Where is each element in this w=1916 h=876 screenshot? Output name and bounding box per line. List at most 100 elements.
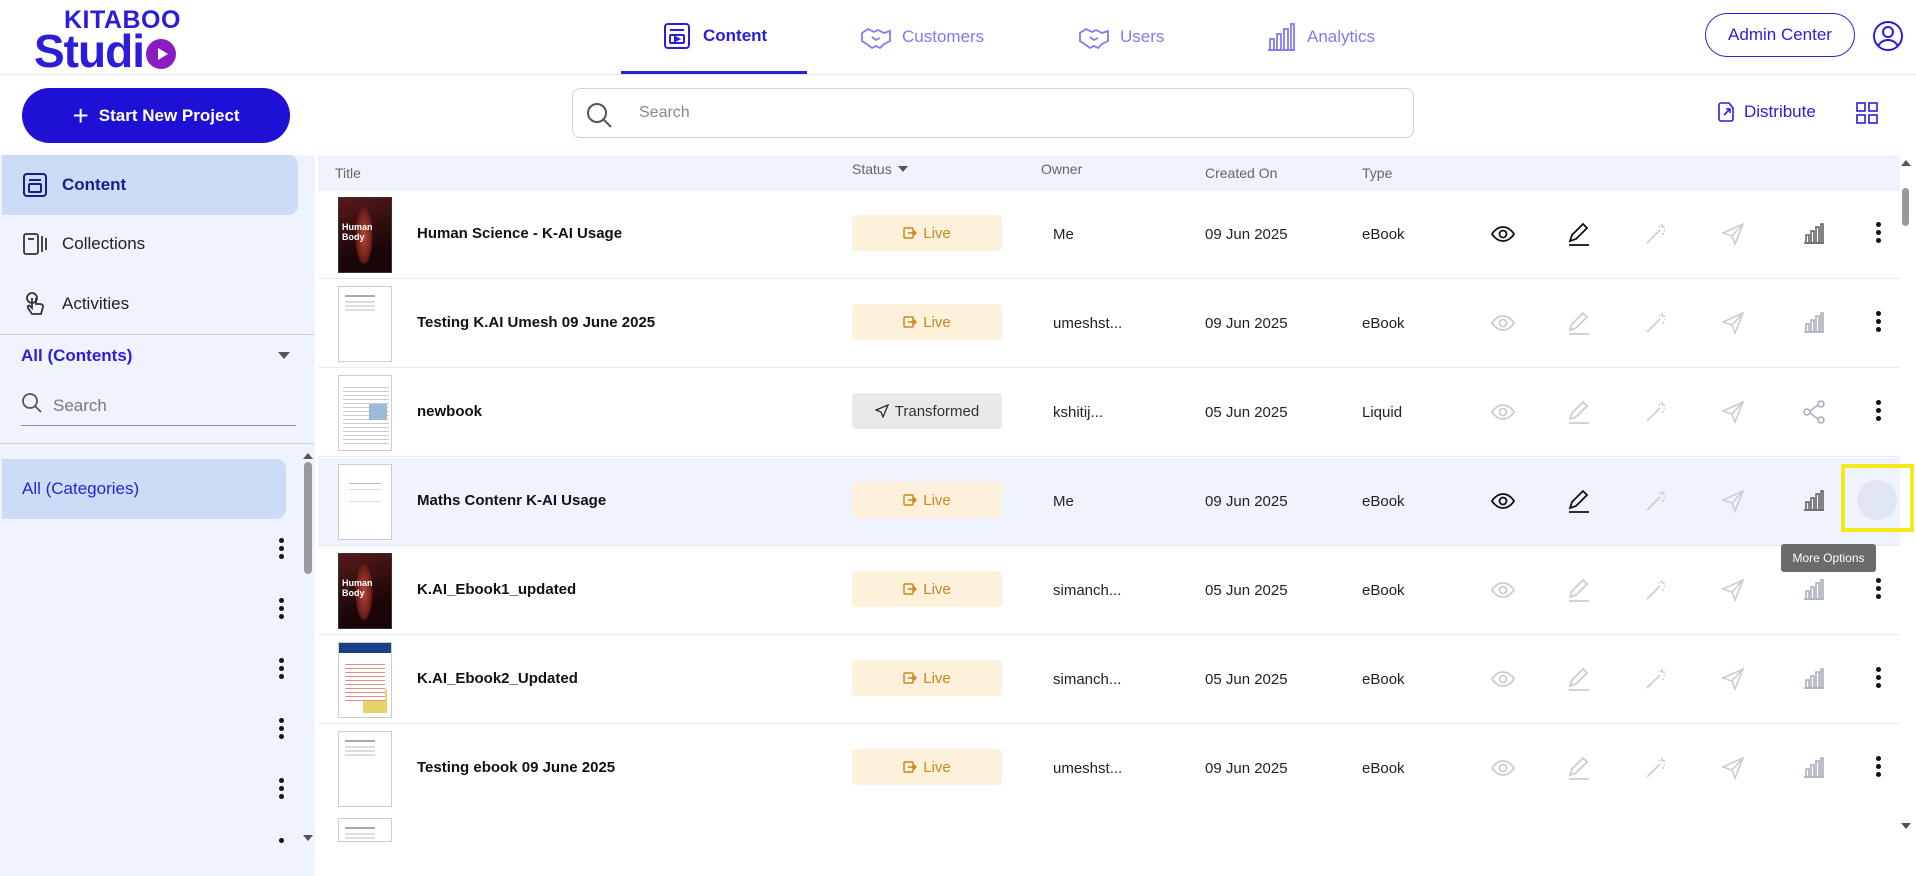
- edit-pencil-icon[interactable]: [1566, 755, 1592, 781]
- category-more-options-icon[interactable]: [276, 838, 286, 844]
- more-options-icon[interactable]: [1873, 311, 1883, 337]
- book-thumbnail[interactable]: [338, 197, 392, 273]
- category-more-options-icon[interactable]: [276, 538, 286, 564]
- magic-wand-icon[interactable]: [1643, 577, 1669, 603]
- table-row[interactable]: K.AI_Ebook1_updated Live simanch... 05 J…: [318, 547, 1900, 635]
- category-more-options-icon[interactable]: [276, 658, 286, 684]
- row-title[interactable]: K.AI_Ebook1_updated: [417, 581, 576, 598]
- column-status[interactable]: Status: [852, 161, 908, 177]
- publish-send-icon[interactable]: [1720, 221, 1746, 247]
- grid-view-icon[interactable]: [1856, 102, 1878, 124]
- magic-wand-icon[interactable]: [1643, 755, 1669, 781]
- analytics-icon[interactable]: [1801, 221, 1827, 247]
- sidebar-scrollbar[interactable]: [304, 462, 312, 574]
- share-icon[interactable]: [1801, 399, 1827, 425]
- magic-wand-icon[interactable]: [1643, 310, 1669, 336]
- row-owner: simanch...: [1053, 582, 1122, 599]
- analytics-icon[interactable]: [1801, 577, 1827, 603]
- table-scroll-down[interactable]: [1901, 823, 1911, 829]
- start-new-project-button[interactable]: + Start New Project: [22, 88, 290, 143]
- row-title[interactable]: Testing K.AI Umesh 09 June 2025: [417, 314, 655, 331]
- magic-wand-icon[interactable]: [1643, 221, 1669, 247]
- content-search-input[interactable]: [639, 89, 1399, 137]
- table-row[interactable]: Testing K.AI Umesh 09 June 2025 Live ume…: [318, 280, 1900, 368]
- analytics-icon[interactable]: [1801, 488, 1827, 514]
- caret-down-icon[interactable]: [278, 352, 290, 359]
- analytics-icon[interactable]: [1801, 310, 1827, 336]
- user-profile-icon[interactable]: [1872, 20, 1904, 52]
- content-filter-dropdown[interactable]: All (Contents): [21, 346, 132, 366]
- preview-eye-icon[interactable]: [1490, 488, 1516, 514]
- table-row[interactable]: Maths Contenr K-AI Usage Live Me 09 Jun …: [318, 458, 1900, 546]
- preview-eye-icon[interactable]: [1490, 755, 1516, 781]
- edit-pencil-icon[interactable]: [1566, 488, 1592, 514]
- publish-send-icon[interactable]: [1720, 310, 1746, 336]
- admin-center-button[interactable]: Admin Center: [1705, 13, 1855, 57]
- publish-send-icon[interactable]: [1720, 488, 1746, 514]
- table-row[interactable]: K.AI_Ebook2_Updated Live simanch... 05 J…: [318, 636, 1900, 724]
- magic-wand-icon[interactable]: [1643, 488, 1669, 514]
- nav-tab-customers[interactable]: Customers: [820, 0, 1024, 74]
- column-title: Title: [335, 165, 361, 181]
- more-options-icon[interactable]: [1873, 578, 1883, 604]
- nav-tab-content[interactable]: Content: [621, 0, 808, 74]
- edit-pencil-icon[interactable]: [1566, 221, 1592, 247]
- preview-eye-icon[interactable]: [1490, 577, 1516, 603]
- book-thumbnail[interactable]: [338, 286, 392, 362]
- sidebar-search-input[interactable]: [53, 388, 293, 424]
- preview-eye-icon[interactable]: [1490, 310, 1516, 336]
- send-icon: [874, 404, 889, 418]
- nav-tab-analytics[interactable]: Analytics: [1225, 0, 1415, 74]
- sidebar-scroll-down[interactable]: [303, 835, 313, 841]
- edit-pencil-icon[interactable]: [1566, 310, 1592, 336]
- row-title[interactable]: newbook: [417, 403, 482, 420]
- status-badge: Live: [852, 749, 1002, 785]
- magic-wand-icon[interactable]: [1643, 666, 1669, 692]
- book-thumbnail[interactable]: [338, 731, 392, 807]
- publish-send-icon[interactable]: [1720, 755, 1746, 781]
- publish-send-icon[interactable]: [1720, 666, 1746, 692]
- table-row[interactable]: Testing ebook 09 June 2025 Live umeshst.…: [318, 725, 1900, 813]
- book-thumbnail[interactable]: [338, 464, 392, 540]
- table-scroll-up[interactable]: [1901, 160, 1911, 166]
- publish-send-icon[interactable]: [1720, 577, 1746, 603]
- analytics-icon[interactable]: [1801, 755, 1827, 781]
- category-more-options-icon[interactable]: [276, 778, 286, 804]
- row-title[interactable]: Testing ebook 09 June 2025: [417, 759, 615, 776]
- row-title[interactable]: Maths Contenr K-AI Usage: [417, 492, 606, 509]
- book-thumbnail[interactable]: [338, 553, 392, 629]
- more-options-icon[interactable]: [1873, 667, 1883, 693]
- row-title[interactable]: Human Science - K-AI Usage: [417, 225, 622, 242]
- sidebar-item-activities[interactable]: Activities: [2, 274, 298, 334]
- edit-pencil-icon[interactable]: [1566, 666, 1592, 692]
- collections-icon: [23, 233, 47, 255]
- distribute-button[interactable]: Distribute: [1718, 102, 1816, 122]
- row-title[interactable]: K.AI_Ebook2_Updated: [417, 670, 578, 687]
- handshake-icon: [861, 27, 891, 50]
- table-row[interactable]: newbook Transformed kshitij... 05 Jun 20…: [318, 369, 1900, 457]
- more-options-icon[interactable]: [1873, 222, 1883, 248]
- category-all[interactable]: All (Categories): [2, 459, 286, 519]
- book-thumbnail[interactable]: [338, 642, 392, 718]
- table-scrollbar[interactable]: [1902, 188, 1909, 226]
- sidebar-item-collections[interactable]: Collections: [2, 214, 298, 274]
- analytics-icon[interactable]: [1801, 666, 1827, 692]
- preview-eye-icon[interactable]: [1490, 666, 1516, 692]
- category-more-options-icon[interactable]: [276, 598, 286, 624]
- more-options-icon[interactable]: [1873, 400, 1883, 426]
- category-more-options-icon[interactable]: [276, 718, 286, 744]
- more-options-icon[interactable]: [1873, 756, 1883, 782]
- edit-pencil-icon[interactable]: [1566, 399, 1592, 425]
- table-row[interactable]: Human Science - K-AI Usage Live Me 09 Ju…: [318, 191, 1900, 279]
- preview-eye-icon[interactable]: [1490, 399, 1516, 425]
- magic-wand-icon[interactable]: [1643, 399, 1669, 425]
- edit-pencil-icon[interactable]: [1566, 577, 1592, 603]
- sidebar-scroll-up[interactable]: [303, 453, 313, 459]
- preview-eye-icon[interactable]: [1490, 221, 1516, 247]
- book-thumbnail[interactable]: [338, 375, 392, 451]
- kitaboo-studio-logo[interactable]: KITABOO Studi: [34, 4, 184, 77]
- sidebar-item-content[interactable]: Content: [2, 155, 298, 215]
- nav-tab-users[interactable]: Users: [1038, 0, 1204, 74]
- row-created-on: 09 Jun 2025: [1205, 493, 1288, 510]
- publish-send-icon[interactable]: [1720, 399, 1746, 425]
